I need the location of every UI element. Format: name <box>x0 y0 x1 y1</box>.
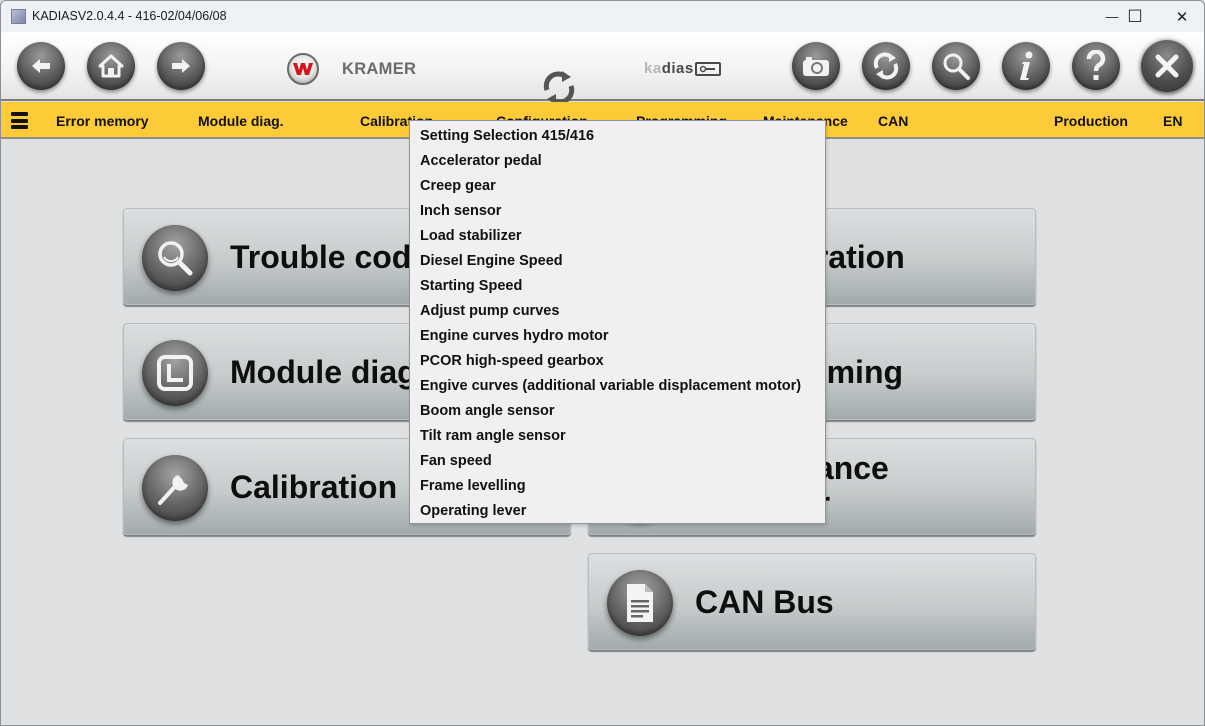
info-icon <box>1020 51 1033 80</box>
arrow-left-icon <box>32 59 50 73</box>
arrow-right-icon <box>172 59 190 73</box>
tile-icon <box>142 225 208 291</box>
dropdown-item[interactable]: Creep gear <box>420 178 496 194</box>
dropdown-item[interactable]: Diesel Engine Speed <box>420 253 563 269</box>
document-icon <box>627 584 653 622</box>
title-bar: KADIASV2.0.4.4 - 416-02/04/06/08 — ☐ ✕ <box>1 1 1204 32</box>
brand-name: KRAMER <box>342 60 417 78</box>
menu-can[interactable]: CAN <box>878 113 908 129</box>
home-button[interactable] <box>87 42 135 90</box>
forward-button[interactable] <box>157 42 205 90</box>
tile-icon <box>607 570 673 636</box>
help-button[interactable] <box>1072 42 1120 90</box>
tile-can-bus[interactable]: CAN Bus <box>588 553 1036 650</box>
dropdown-item[interactable]: Operating lever <box>420 503 526 519</box>
dropdown-item[interactable]: PCOR high-speed gearbox <box>420 353 604 369</box>
dropdown-item[interactable]: Boom angle sensor <box>420 403 555 419</box>
sync-icon <box>543 71 575 105</box>
menu-error-memory[interactable]: Error memory <box>56 113 149 129</box>
wrench-icon <box>158 475 188 505</box>
tile-icon <box>142 340 208 406</box>
camera-icon <box>803 57 829 76</box>
app-icon <box>11 9 26 24</box>
kadias-logo-dark: dias <box>661 60 694 77</box>
dropdown-item[interactable]: Tilt ram angle sensor <box>420 428 566 444</box>
calibration-dropdown-menu: Setting Selection 415/416 Accelerator pe… <box>409 120 826 524</box>
dropdown-item[interactable]: Engive curves (additional variable displ… <box>420 378 801 394</box>
dropdown-item[interactable]: Engine curves hydro motor <box>420 328 609 344</box>
dropdown-item[interactable]: Starting Speed <box>420 278 522 294</box>
close-icon: ✕ <box>1175 8 1189 26</box>
window-title: KADIASV2.0.4.4 - 416-02/04/06/08 <box>32 9 227 23</box>
refresh-button[interactable] <box>862 42 910 90</box>
kramer-logo <box>287 53 319 85</box>
toolbar: KRAMER 351010123 kadias <box>1 32 1204 122</box>
magnifier-icon <box>943 53 970 80</box>
maximize-icon: ☐ <box>1127 6 1143 26</box>
tile-label: Calibration <box>230 469 398 505</box>
refresh-icon <box>873 52 899 80</box>
tile-label: CAN Bus <box>695 584 834 620</box>
maximize-button[interactable]: ☐ <box>1112 1 1158 32</box>
hamburger-menu-icon[interactable] <box>11 112 28 129</box>
magnifier-icon <box>158 241 193 276</box>
kadias-key-icon <box>694 61 721 76</box>
dropdown-item[interactable]: Fan speed <box>420 453 492 469</box>
tile-icon <box>142 455 208 521</box>
exit-button[interactable] <box>1141 40 1193 92</box>
kramer-w-icon <box>293 63 313 75</box>
back-button[interactable] <box>17 42 65 90</box>
dropdown-item[interactable]: Load stabilizer <box>420 228 522 244</box>
screenshot-button[interactable] <box>792 42 840 90</box>
menu-module-diag[interactable]: Module diag. <box>198 113 284 129</box>
info-button[interactable] <box>1002 42 1050 90</box>
kadias-logo-light: ka <box>644 60 662 77</box>
close-icon <box>1155 54 1179 78</box>
home-icon <box>98 54 124 78</box>
window-close-button[interactable]: ✕ <box>1159 1 1204 32</box>
dropdown-item[interactable]: Setting Selection 415/416 <box>420 128 594 144</box>
app-window: KADIASV2.0.4.4 - 416-02/04/06/08 — ☐ ✕ K… <box>0 0 1205 726</box>
module-icon <box>157 355 193 391</box>
question-icon <box>1086 50 1106 80</box>
dropdown-item[interactable]: Inch sensor <box>420 203 501 219</box>
menu-language[interactable]: EN <box>1163 113 1182 129</box>
kadias-logo: ka dias <box>644 60 721 77</box>
search-button[interactable] <box>932 42 980 90</box>
dropdown-item[interactable]: Accelerator pedal <box>420 153 542 169</box>
dropdown-item[interactable]: Adjust pump curves <box>420 303 559 319</box>
dropdown-item[interactable]: Frame levelling <box>420 478 526 494</box>
menu-production[interactable]: Production <box>1054 113 1128 129</box>
